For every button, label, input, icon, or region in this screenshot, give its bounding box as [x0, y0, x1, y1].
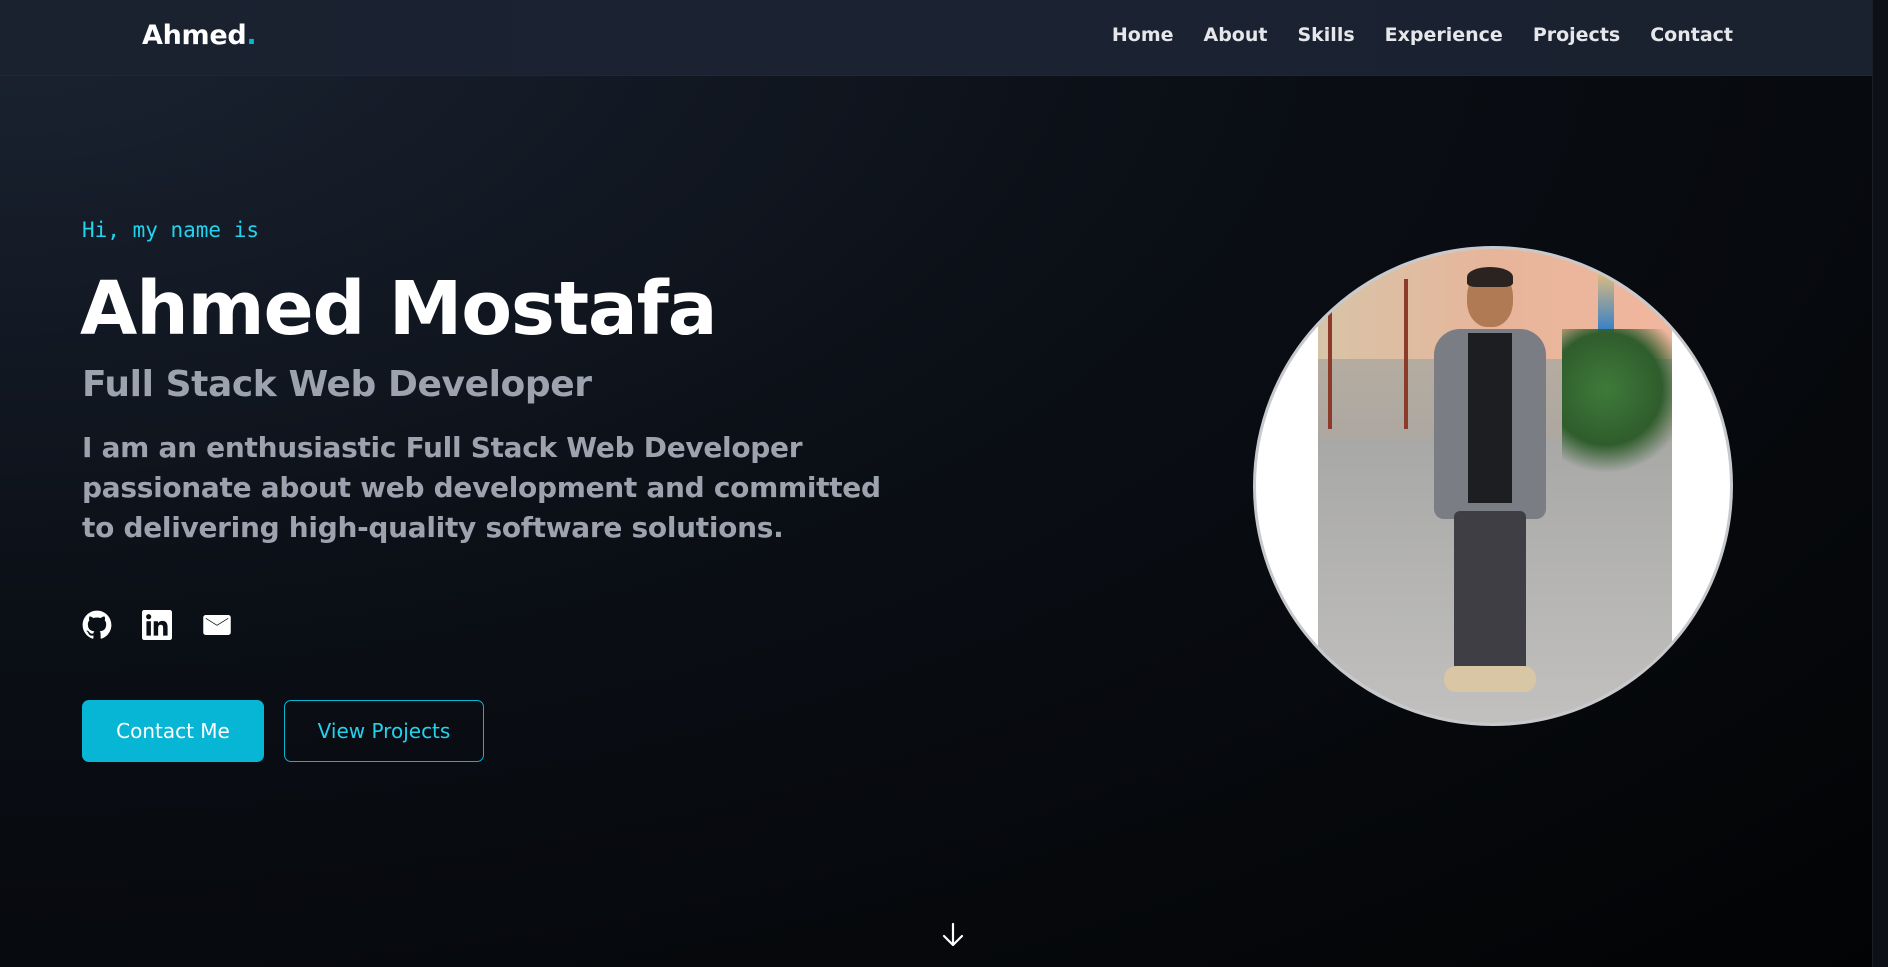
- linkedin-icon: [142, 610, 172, 640]
- contact-me-button[interactable]: Contact Me: [82, 700, 264, 762]
- navbar: Ahmed. Home About Skills Experience Proj…: [0, 0, 1888, 76]
- hero-description: I am an enthusiastic Full Stack Web Deve…: [82, 431, 881, 544]
- linkedin-link[interactable]: [142, 610, 172, 640]
- nav-link-contact[interactable]: Contact: [1650, 24, 1733, 46]
- hero-greeting: Hi, my name is: [82, 218, 260, 242]
- hero-role: Full Stack Web Developer: [82, 364, 592, 405]
- nav-link-skills[interactable]: Skills: [1297, 24, 1354, 46]
- nav-link-home[interactable]: Home: [1112, 24, 1174, 46]
- nav-link-experience[interactable]: Experience: [1385, 24, 1503, 46]
- scroll-down-button[interactable]: [941, 922, 965, 948]
- nav-link-projects[interactable]: Projects: [1533, 24, 1620, 46]
- profile-photo: [1253, 246, 1733, 726]
- hero-name: Ahmed Mostafa: [80, 266, 718, 352]
- brand-logo[interactable]: Ahmed.: [142, 20, 257, 51]
- brand-dot: .: [246, 20, 257, 51]
- view-projects-button[interactable]: View Projects: [284, 700, 484, 762]
- mail-icon: [203, 615, 231, 635]
- github-icon: [82, 610, 112, 639]
- nav-links: Home About Skills Experience Projects Co…: [1112, 24, 1733, 46]
- page-scrollbar[interactable]: [1872, 0, 1888, 967]
- arrow-down-icon: [942, 922, 964, 947]
- github-link[interactable]: [82, 610, 112, 640]
- profile-photo-image: [1318, 249, 1672, 723]
- nav-link-about[interactable]: About: [1204, 24, 1268, 46]
- brand-name: Ahmed: [142, 20, 247, 51]
- email-link[interactable]: [202, 610, 232, 640]
- social-links: [82, 610, 232, 640]
